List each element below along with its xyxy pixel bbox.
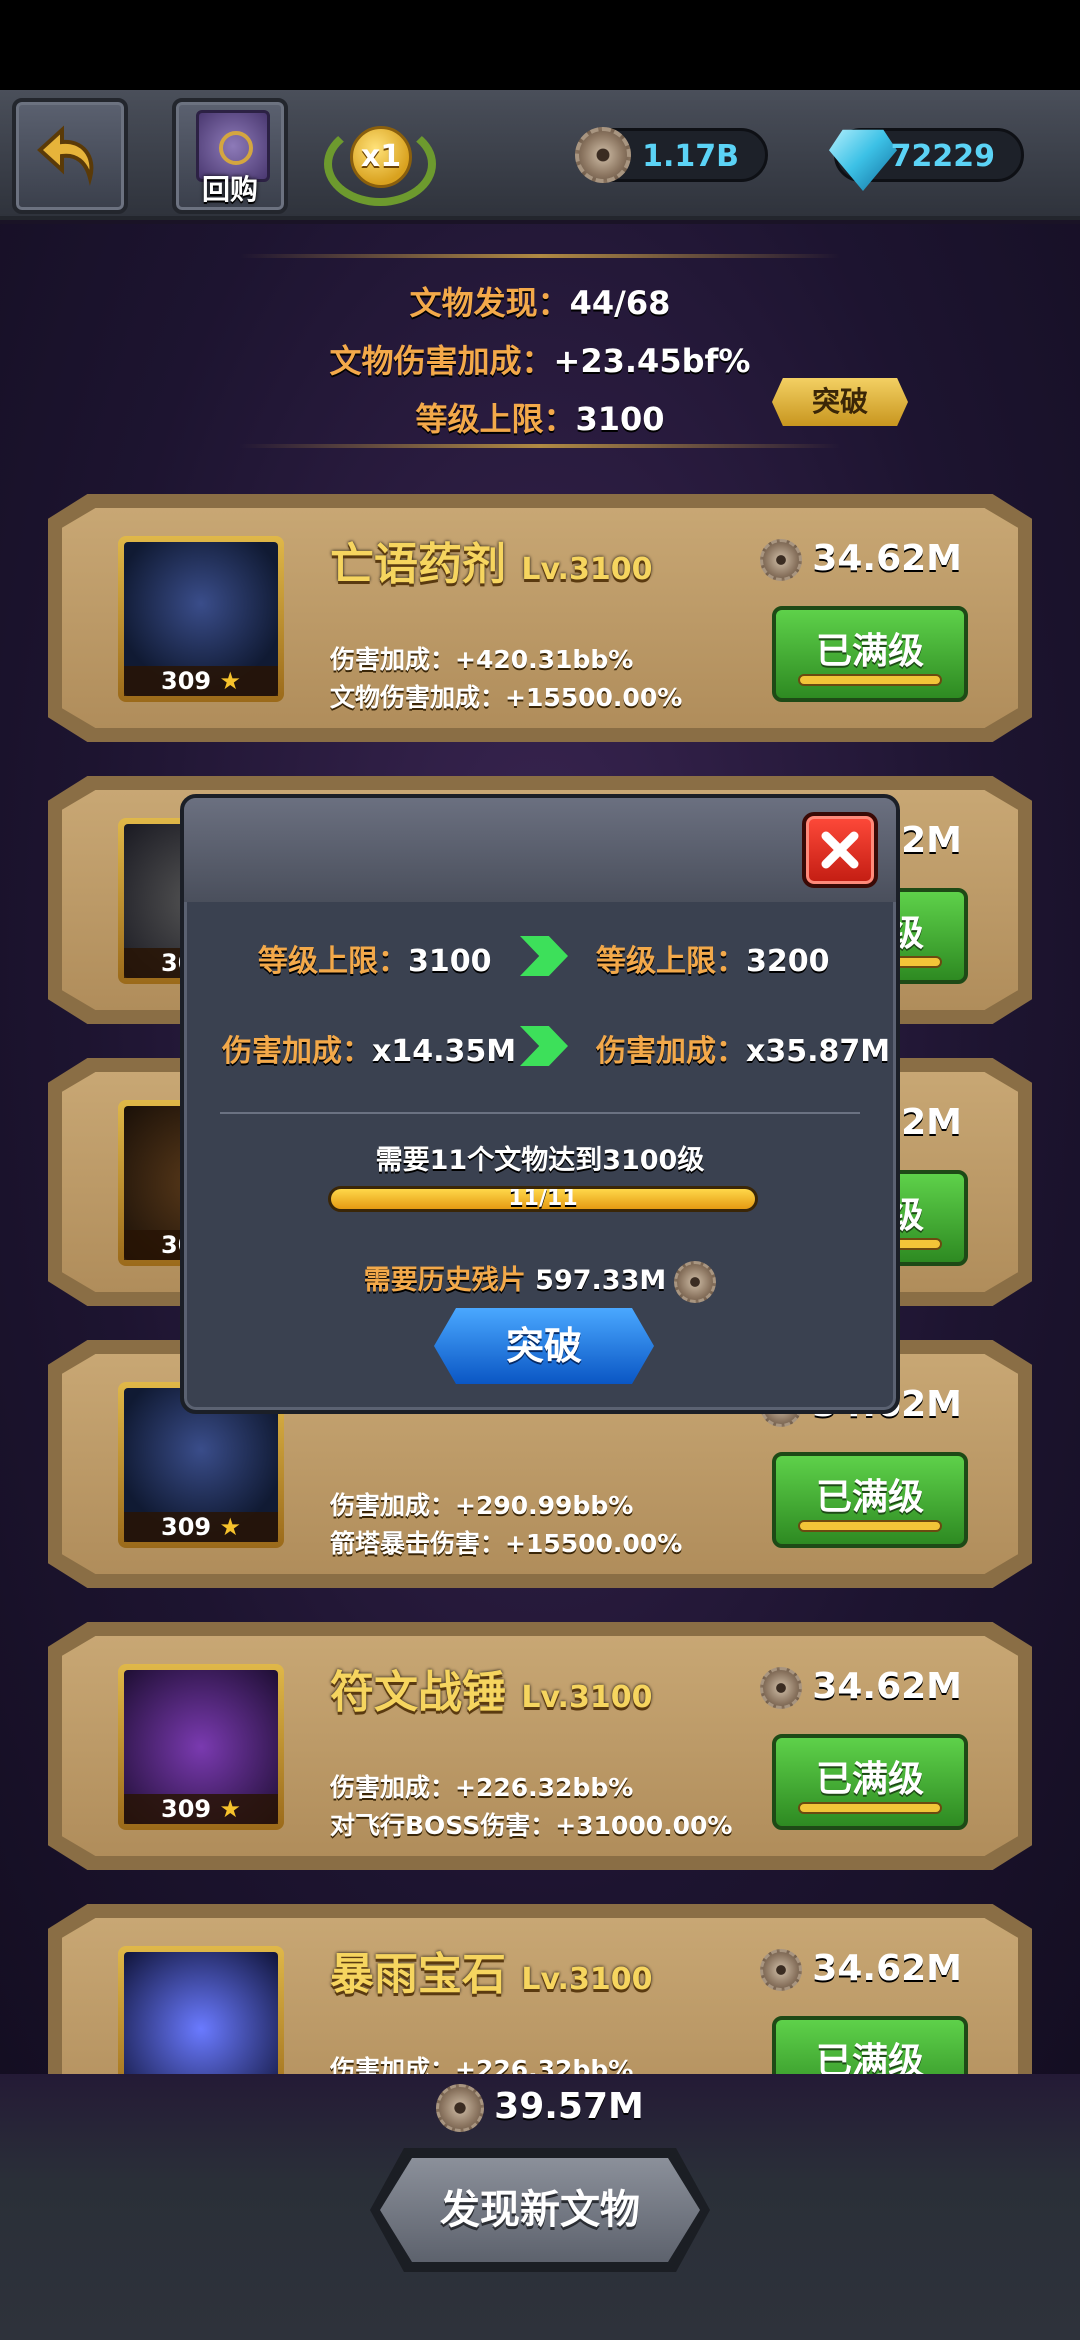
relic-stat: 伤害加成：+226.32bb% <box>330 2055 634 2074</box>
relic-stat: 伤害加成：+226.32bb% <box>330 1773 634 1802</box>
star-icon: ★ <box>219 667 241 695</box>
requirement-text: 需要11个文物达到3100级 <box>375 1145 705 1176</box>
relic-cost: 34.62M <box>760 1948 962 1991</box>
fragment-value: 1.17B <box>642 139 739 174</box>
maxed-button[interactable]: 已满级 <box>772 1734 968 1830</box>
cap-from: 等级上限：3100 <box>258 944 492 979</box>
arrow-right-icon <box>520 1026 568 1066</box>
relic-card[interactable]: 暴雨宝石 Lv.3100 34.62M 伤害加成：+226.32bb% 已满级 <box>48 1904 1032 2074</box>
close-button[interactable] <box>802 812 878 888</box>
requirement-progress: 11/11 <box>328 1186 758 1212</box>
fragment-counter: 1.17B <box>575 127 768 183</box>
relic-summary: 文物发现：44/68 文物伤害加成：+23.45bf% 突破 等级上限：3100 <box>0 254 1080 454</box>
dmg-to: 伤害加成：x35.87M <box>596 1034 891 1069</box>
cap-to: 等级上限：3200 <box>596 944 830 979</box>
fragment-gear-icon <box>760 539 803 581</box>
relic-portrait: 309 ★ <box>118 536 284 702</box>
speed-toggle[interactable]: x1 <box>324 118 436 208</box>
damage-row: 文物伤害加成：+23.45bf% <box>329 342 751 380</box>
relic-name: 符文战锤 Lv.3100 <box>330 1667 653 1718</box>
relic-name: 暴雨宝石 Lv.3100 <box>330 1949 653 2000</box>
discover-relic-button[interactable]: 发现新文物 <box>370 2148 710 2272</box>
back-button[interactable] <box>12 98 128 214</box>
status-bar <box>0 0 1080 90</box>
relic-stat: 箭塔暴击伤害：+15500.00% <box>330 1529 683 1558</box>
breakthrough-dialog: 等级上限：3100 等级上限：3200 伤害加成：x14.35M 伤害加成：x3… <box>180 794 900 1414</box>
bottom-bar: 39.57M 发现新文物 <box>0 2074 1080 2340</box>
cap-row: 等级上限：3100 <box>415 400 665 438</box>
confirm-breakthrough-button[interactable]: 突破 <box>434 1308 654 1384</box>
relic-stat: 伤害加成：+420.31bb% <box>330 645 634 674</box>
maxed-button[interactable]: 已满级 <box>772 606 968 702</box>
relic-portrait <box>118 1946 284 2074</box>
back-arrow-icon <box>37 125 94 186</box>
relic-cost: 34.62M <box>760 1666 962 1709</box>
gem-counter: 72229 <box>829 128 1024 191</box>
found-row: 文物发现：44/68 <box>409 284 671 322</box>
maxed-button[interactable]: 已满级 <box>772 1452 968 1548</box>
relic-stat: 对飞行BOSS伤害：+31000.00% <box>330 1811 733 1840</box>
speed-label: x1 <box>350 126 412 188</box>
relic-card[interactable]: 309 ★ 符文战锤 Lv.3100 34.62M 伤害加成：+226.32bb… <box>48 1622 1032 1870</box>
storm-gem-icon <box>124 1952 278 2074</box>
fragment-gear-icon <box>674 1260 717 1303</box>
arrow-right-icon <box>520 936 568 976</box>
fragment-gear-icon <box>575 127 631 183</box>
dmg-from: 伤害加成：x14.35M <box>222 1034 517 1069</box>
top-bar: 回购 x1 1.17B 72229 <box>0 90 1080 220</box>
buyback-label: 回购 <box>201 173 258 206</box>
relic-card[interactable]: 309 ★ 亡语药剂 Lv.3100 34.62M 伤害加成：+420.31bb… <box>48 494 1032 742</box>
relic-stat: 文物伤害加成：+15500.00% <box>330 683 683 712</box>
relic-stat: 伤害加成：+290.99bb% <box>330 1491 634 1520</box>
close-icon <box>821 831 859 869</box>
total-fragments: 39.57M <box>0 2084 1080 2132</box>
divider <box>220 1112 860 1114</box>
gem-value: 72229 <box>890 139 995 174</box>
buyback-button[interactable]: 回购 <box>172 98 288 214</box>
relic-name: 亡语药剂 Lv.3100 <box>330 539 653 590</box>
relic-cost: 34.62M <box>760 538 962 581</box>
gem-icon <box>829 129 897 191</box>
fragment-gear-icon <box>436 2084 485 2132</box>
relic-portrait: 309 ★ <box>118 1664 284 1830</box>
breakthrough-cost: 需要历史残片 597.33M <box>184 1258 896 1303</box>
maxed-button[interactable]: 已满级 <box>772 2016 968 2074</box>
